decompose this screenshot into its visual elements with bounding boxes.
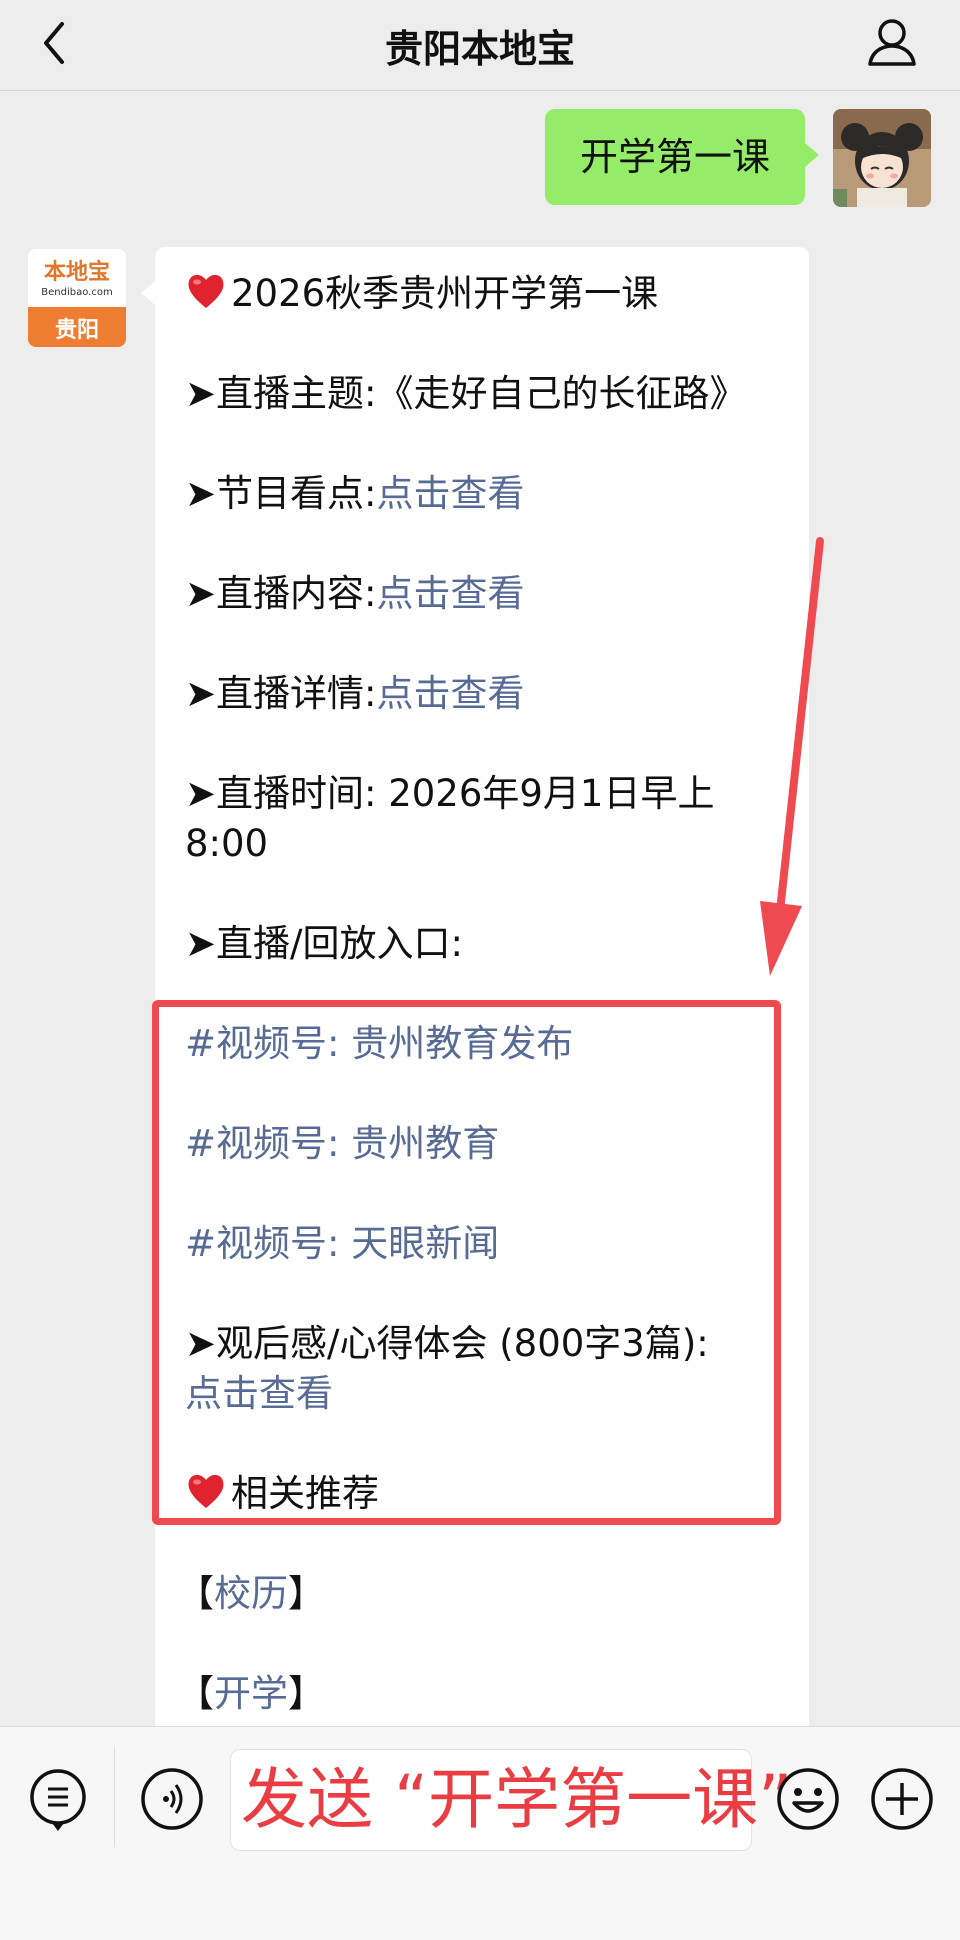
theme-label: ➤直播主题: <box>185 372 377 415</box>
menu-list-icon[interactable] <box>24 1765 92 1833</box>
red-arrow-annotation <box>740 536 830 986</box>
bracket-close: 】 <box>288 1572 325 1615</box>
related-item: 【校历】 <box>177 1569 325 1619</box>
details-line: ➤直播详情:点击查看 <box>185 669 524 719</box>
related-item: 【开学】 <box>177 1669 325 1719</box>
divider <box>114 1747 115 1847</box>
bracket-open: 【 <box>177 1572 214 1615</box>
content-line: ➤直播内容:点击查看 <box>185 569 524 619</box>
theme-value: 《走好自己的长征路》 <box>376 372 747 415</box>
chat-area[interactable]: 开学第一课 本地宝 Bendibao.com 贵阳 2026秋季贵州开学第一课 … <box>0 91 960 1726</box>
highlights-label: ➤节目看点: <box>185 472 377 515</box>
highlights-line: ➤节目看点:点击查看 <box>185 469 524 519</box>
heart-icon <box>185 270 227 312</box>
my-message-text: 开学第一课 <box>579 135 770 179</box>
content-label: ➤直播内容: <box>185 572 377 615</box>
headline-text: 2026秋季贵州开学第一课 <box>231 272 659 315</box>
chat-title: 贵阳本地宝 <box>384 27 575 71</box>
logo-text-top: 本地宝 <box>44 259 110 285</box>
bracket-open: 【 <box>177 1672 214 1715</box>
time-value: 8:00 <box>185 822 269 865</box>
related-link-school-start[interactable]: 开学 <box>214 1672 288 1715</box>
voice-icon[interactable] <box>138 1765 206 1833</box>
person-icon[interactable] <box>864 14 920 70</box>
details-link[interactable]: 点击查看 <box>376 672 524 715</box>
bracket-close: 】 <box>288 1672 325 1715</box>
entry-label: ➤直播/回放入口: <box>185 922 463 965</box>
bendibao-logo[interactable]: 本地宝 Bendibao.com 贵阳 <box>28 249 126 347</box>
related-link-calendar[interactable]: 校历 <box>214 1572 288 1615</box>
emoji-icon[interactable] <box>774 1765 842 1833</box>
logo-text-bottom: 贵阳 <box>55 318 99 343</box>
plus-icon[interactable] <box>868 1765 936 1833</box>
message-input[interactable]: 发送 “开学第一课” <box>230 1749 792 1851</box>
input-text: 发送 “开学第一课” <box>241 1761 793 1838</box>
theme-line: ➤直播主题:《走好自己的长征路》 <box>185 369 746 419</box>
content-link[interactable]: 点击查看 <box>376 572 524 615</box>
highlight-box <box>152 1000 781 1525</box>
top-bar: 贵阳本地宝 <box>0 0 960 91</box>
logo-text-mid: Bendibao.com <box>41 287 112 298</box>
details-label: ➤直播详情: <box>185 672 377 715</box>
headline: 2026秋季贵州开学第一课 <box>185 269 658 319</box>
time-label: ➤直播时间: 2026年9月1日早上 <box>185 772 715 815</box>
my-avatar[interactable] <box>833 109 931 207</box>
my-message-bubble[interactable]: 开学第一课 <box>545 109 819 205</box>
highlights-link[interactable]: 点击查看 <box>376 472 524 515</box>
input-bar: 发送 “开学第一课” <box>0 1726 960 1940</box>
